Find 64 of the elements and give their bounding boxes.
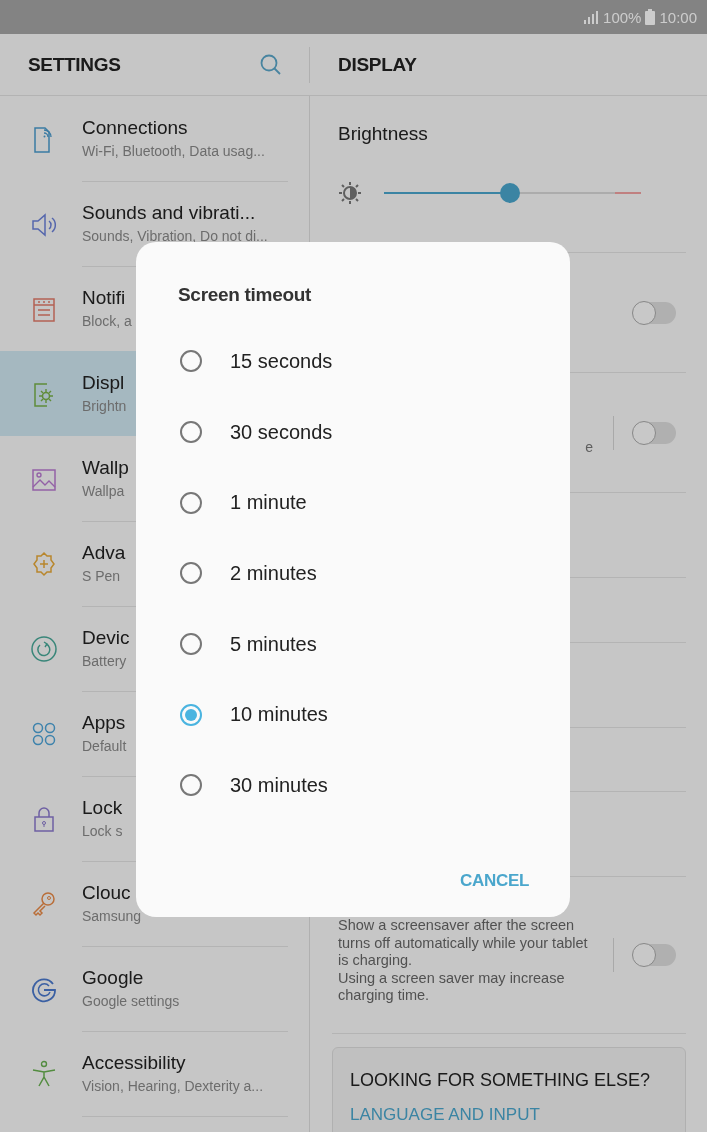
item-title: Connections <box>82 117 188 139</box>
brightness-label: Brightness <box>338 122 429 145</box>
item-title: Wallp <box>82 457 129 479</box>
item-title: Google <box>82 967 144 989</box>
item-title: Sounds and vibrati... <box>82 202 256 224</box>
item-subtitle: Google settings <box>82 993 180 1009</box>
item-subtitle: Battery <box>82 653 127 669</box>
battery-percent: 100% <box>603 8 642 26</box>
setting-description: Show a screensaver after the screen turns off automatically while your tablet is charging. <box>338 917 589 970</box>
option-label[interactable]: 15 seconds <box>230 349 333 373</box>
search-icon[interactable] <box>260 54 281 75</box>
pane-title: DISPLAY <box>338 53 417 75</box>
gear-plus-icon <box>30 549 58 578</box>
item-subtitle: Wi-Fi, Bluetooth, Data usag... <box>82 143 265 159</box>
item-title: Displ <box>82 372 125 394</box>
slider-thumb[interactable] <box>499 183 520 203</box>
item-title: Notifi <box>82 287 126 309</box>
toggle-switch[interactable] <box>634 301 676 324</box>
radio-button[interactable] <box>180 774 202 797</box>
item-title: Adva <box>82 542 126 564</box>
option-label[interactable]: 2 minutes <box>230 561 317 585</box>
signal-icon <box>583 9 600 25</box>
item-subtitle: Sounds, Vibration, Do not di... <box>82 228 268 244</box>
item-subtitle: Block, a <box>82 313 132 329</box>
item-subtitle: Default <box>82 738 127 754</box>
item-title: Lock <box>82 797 123 819</box>
person-icon <box>30 1059 58 1088</box>
option-label[interactable]: 5 minutes <box>230 632 317 656</box>
radio-button[interactable] <box>180 703 202 726</box>
radio-button[interactable] <box>180 562 202 585</box>
radio-button[interactable] <box>180 350 202 373</box>
item-subtitle: Wallpa <box>82 483 125 499</box>
suggestion-title: LOOKING FOR SOMETHING ELSE? <box>350 1070 652 1091</box>
brightness-slider[interactable] <box>384 183 641 203</box>
item-subtitle: Brightn <box>82 398 127 414</box>
refresh-circle-icon <box>30 634 58 663</box>
option-label[interactable]: 10 minutes <box>230 703 328 727</box>
radio-button[interactable] <box>180 421 202 444</box>
radio-button[interactable] <box>180 633 202 656</box>
toggle-switch[interactable] <box>634 421 676 444</box>
option-label[interactable]: 30 minutes <box>230 773 328 797</box>
sidebar-item[interactable]: Connections Wi-Fi, Bluetooth, Data usag... <box>0 96 309 181</box>
battery-icon <box>645 9 656 25</box>
setting-description: Using a screen saver may increase charging time. <box>338 969 566 1005</box>
item-title: Apps <box>82 712 126 734</box>
settings-title: SETTINGS <box>28 53 121 76</box>
sidebar-item[interactable]: Accessibility Vision, Hearing, Dexterity a... <box>0 1031 309 1116</box>
setting-description: e <box>585 438 593 455</box>
clock-time: 10:00 <box>659 8 697 26</box>
item-title: Clouc <box>82 882 131 904</box>
item-subtitle: S Pen <box>82 568 121 584</box>
option-label[interactable]: 1 minute <box>230 491 307 515</box>
item-title: Devic <box>82 627 130 649</box>
dialog-title: Screen timeout <box>178 284 313 306</box>
sidebar-item[interactable]: Google Google settings <box>0 946 309 1031</box>
item-subtitle: Samsung <box>82 908 142 924</box>
radio-button[interactable] <box>180 491 202 514</box>
item-subtitle: Lock s <box>82 823 123 839</box>
item-title: Accessibility <box>82 1052 186 1074</box>
option-label[interactable]: 30 seconds <box>230 420 333 444</box>
key-icon <box>30 889 58 918</box>
brightness-icon <box>338 181 362 205</box>
toggle-switch[interactable] <box>634 944 676 966</box>
item-subtitle: Vision, Hearing, Dexterity a... <box>82 1078 264 1094</box>
